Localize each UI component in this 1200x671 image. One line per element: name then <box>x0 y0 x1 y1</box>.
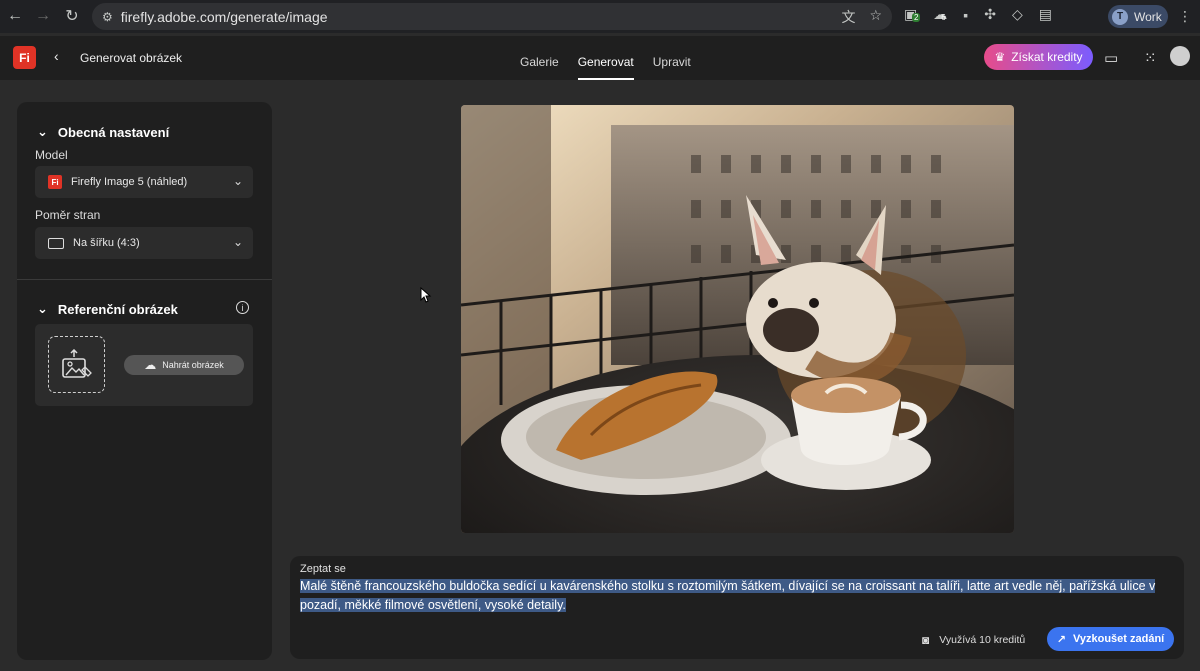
extension-icon[interactable]: ◇ <box>1012 6 1023 23</box>
extension-icon[interactable]: ☁ 6 <box>933 6 947 23</box>
tab-generate[interactable]: Generovat <box>577 36 634 80</box>
site-settings-icon[interactable]: ⚙ <box>102 10 113 24</box>
reference-image-header[interactable]: ⌄ Referenční obrázek <box>37 301 178 317</box>
main-tabs: Galerie Generovat Upravit <box>520 36 691 80</box>
aspect-ratio-select[interactable]: Na šířku (4:3) ⌄ <box>35 227 253 259</box>
get-credits-button[interactable]: ♛ Získat kredity <box>984 44 1093 70</box>
address-bar[interactable]: ⚙ firefly.adobe.com/generate/image 文 ☆ <box>92 3 892 30</box>
translate-icon[interactable]: 文 <box>841 7 855 27</box>
avatar: T <box>1112 8 1128 25</box>
mouse-cursor-icon <box>420 287 432 303</box>
model-value: Firefly Image 5 (náhled) <box>71 176 188 188</box>
reference-image-title: Referenční obrázek <box>57 301 178 317</box>
aspect-ratio-value: Na šířku (4:3) <box>73 237 140 249</box>
reload-icon[interactable]: ↻ <box>58 2 86 30</box>
extension-badge: 2 <box>912 13 921 22</box>
tab-gallery[interactable]: Galerie <box>520 36 559 80</box>
crown-icon: ♛ <box>994 50 1006 64</box>
apps-grid-icon[interactable]: ⁙ <box>1144 49 1157 67</box>
info-icon[interactable]: i <box>236 301 249 314</box>
forward-arrow-icon[interactable]: → <box>29 2 57 30</box>
chevron-down-icon: ⌄ <box>37 124 48 139</box>
profile-button[interactable]: T Work <box>1108 5 1168 28</box>
upload-image-label: Nahrát obrázek <box>162 360 224 370</box>
firefly-model-icon: Fi <box>48 175 62 189</box>
page-title: Generovat obrázek <box>80 51 183 65</box>
url-text[interactable]: firefly.adobe.com/generate/image <box>121 9 328 25</box>
model-label: Model <box>35 148 68 162</box>
generated-image-illustration <box>461 105 1014 533</box>
reference-image-panel: ☁ Nahrát obrázek <box>35 324 253 406</box>
feedback-icon[interactable]: ▭ <box>1104 49 1118 67</box>
extension-icon[interactable]: ▣ 2 <box>904 6 921 23</box>
credit-usage: ◙ Využívá 10 kreditů <box>922 633 1025 647</box>
extensions-puzzle-icon[interactable]: ✣ <box>984 6 996 23</box>
extension-icon[interactable]: ▪ <box>963 7 968 23</box>
general-settings-title: Obecná nastavení <box>57 124 170 140</box>
prompt-text: Malé štěně francouzského buldočka sedící… <box>300 579 1156 612</box>
image-upload-icon <box>61 348 92 378</box>
get-credits-label: Získat kredity <box>1011 50 1083 64</box>
extension-badge: 6 <box>941 13 946 22</box>
divider <box>17 279 272 280</box>
model-select[interactable]: Fi Firefly Image 5 (náhled) ⌄ <box>35 166 253 198</box>
settings-panel: ⌄ Obecná nastavení Model Fi Firefly Imag… <box>17 102 272 660</box>
chevron-down-icon: ⌄ <box>37 301 48 316</box>
credit-icon: ◙ <box>922 633 930 647</box>
cloud-upload-icon: ☁ <box>144 358 157 372</box>
user-avatar[interactable] <box>1170 46 1190 66</box>
try-prompt-button[interactable]: ↗ Vyzkoušet zadání <box>1047 627 1174 651</box>
prompt-label: Zeptat se <box>300 563 346 575</box>
back-chevron-icon[interactable]: ‹ <box>54 48 59 64</box>
generated-image[interactable] <box>461 105 1014 533</box>
chevron-down-icon: ⌄ <box>232 174 243 188</box>
profile-name: Work <box>1134 9 1162 24</box>
browser-toolbar: ← → ↻ ⚙ firefly.adobe.com/generate/image… <box>0 0 1200 33</box>
firefly-logo[interactable]: Fi <box>13 46 36 69</box>
app-header: Fi ‹ Generovat obrázek Galerie Generovat… <box>0 36 1200 80</box>
back-arrow-icon[interactable]: ← <box>1 2 29 30</box>
landscape-ratio-icon <box>48 237 64 249</box>
upload-image-button[interactable]: ☁ Nahrát obrázek <box>124 355 244 375</box>
prompt-input[interactable]: Malé štěně francouzského buldočka sedící… <box>300 577 1175 615</box>
prompt-panel: Zeptat se Malé štěně francouzského buldo… <box>290 556 1184 659</box>
aspect-ratio-label: Poměr stran <box>35 208 101 222</box>
external-link-icon: ↗ <box>1056 633 1066 646</box>
reading-list-icon[interactable]: ▤ <box>1039 6 1052 23</box>
reference-drop-zone[interactable] <box>48 336 105 393</box>
bookmark-star-icon[interactable]: ☆ <box>869 7 882 27</box>
general-settings-header[interactable]: ⌄ Obecná nastavení <box>37 124 169 140</box>
tab-edit[interactable]: Upravit <box>653 36 691 80</box>
chevron-down-icon: ⌄ <box>232 235 243 249</box>
credit-usage-text: Využívá 10 kreditů <box>939 634 1026 646</box>
try-prompt-label: Vyzkoušet zadání <box>1072 633 1165 645</box>
browser-menu-icon[interactable]: ⋮ <box>1178 8 1192 25</box>
